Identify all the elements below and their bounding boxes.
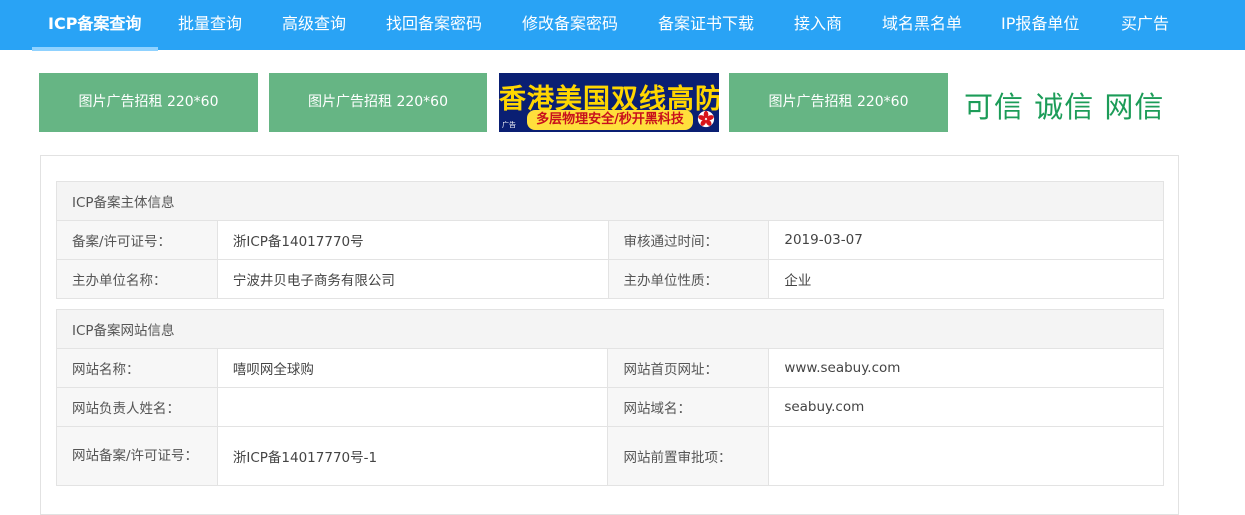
site-license-value: 浙ICP备14017770号-1 xyxy=(216,426,609,486)
nav-item-advanced-query[interactable]: 高级查询 xyxy=(282,0,346,50)
organizer-nature-value: 企业 xyxy=(768,259,1164,299)
nav-item-batch-query[interactable]: 批量查询 xyxy=(178,0,242,50)
organizer-name-value: 宁波井贝电子商务有限公司 xyxy=(216,259,609,299)
nav-item-domain-blacklist[interactable]: 域名黑名单 xyxy=(882,0,962,50)
nav-item-providers[interactable]: 接入商 xyxy=(794,0,842,50)
pre-approval-label: 网站前置审批项： xyxy=(607,426,770,486)
license-value: 浙ICP备14017770号 xyxy=(216,220,609,260)
homepage-url-label: 网站首页网址： xyxy=(607,348,770,388)
nav-item-change-password[interactable]: 修改备案密码 xyxy=(522,0,618,50)
subject-info-heading: ICP备案主体信息 xyxy=(56,181,1164,221)
ad-slot-4[interactable]: 图片广告招租 220*60 xyxy=(729,73,948,132)
site-domain-value: seabuy.com xyxy=(768,387,1164,427)
bauhinia-flower-icon xyxy=(697,110,715,128)
license-label: 备案/许可证号： xyxy=(56,220,218,260)
homepage-url-value: www.seabuy.com xyxy=(768,348,1164,388)
top-nav: ICP备案查询 批量查询 高级查询 找回备案密码 修改备案密码 备案证书下载 接… xyxy=(0,0,1245,51)
nav-item-icp-query[interactable]: ICP备案查询 xyxy=(48,0,141,50)
site-owner-label: 网站负责人姓名： xyxy=(56,387,218,427)
site-license-label: 网站备案/许可证号： xyxy=(56,426,218,486)
site-name-label: 网站名称： xyxy=(56,348,218,388)
nav-active-indicator xyxy=(32,47,158,51)
ad-tagline: 多层物理安全/秒开黑科技 xyxy=(527,110,693,130)
nav-item-buy-ads[interactable]: 买广告 xyxy=(1121,0,1169,50)
website-info-heading: ICP备案网站信息 xyxy=(56,309,1164,349)
nav-item-ip-units[interactable]: IP报备单位 xyxy=(1001,0,1079,50)
record-panel: ICP备案主体信息 备案/许可证号： 浙ICP备14017770号 审核通过时间… xyxy=(40,155,1179,515)
ad-image-banner[interactable]: 香港美国双线高防 多层物理安全/秒开黑科技 广告 xyxy=(499,73,719,132)
site-owner-value xyxy=(216,387,609,427)
trust-slogan: 可信 诚信 网信 xyxy=(964,90,1165,124)
nav-item-recover-password[interactable]: 找回备案密码 xyxy=(386,0,482,50)
subject-info-table: ICP备案主体信息 备案/许可证号： 浙ICP备14017770号 审核通过时间… xyxy=(56,181,1164,299)
organizer-name-label: 主办单位名称： xyxy=(56,259,218,299)
site-name-value: 嘻呗网全球购 xyxy=(216,348,609,388)
ad-slot-2[interactable]: 图片广告招租 220*60 xyxy=(269,73,487,132)
site-domain-label: 网站域名： xyxy=(607,387,770,427)
website-info-table: ICP备案网站信息 网站名称： 嘻呗网全球购 网站首页网址： www.seabu… xyxy=(56,309,1164,486)
nav-item-certificate-download[interactable]: 备案证书下载 xyxy=(658,0,754,50)
organizer-nature-label: 主办单位性质： xyxy=(607,259,770,299)
approved-date-label: 审核通过时间： xyxy=(607,220,770,260)
ad-marker: 广告 xyxy=(502,121,516,129)
pre-approval-value xyxy=(768,426,1164,486)
approved-date-value: 2019-03-07 xyxy=(768,220,1164,260)
ad-slot-1[interactable]: 图片广告招租 220*60 xyxy=(39,73,258,132)
